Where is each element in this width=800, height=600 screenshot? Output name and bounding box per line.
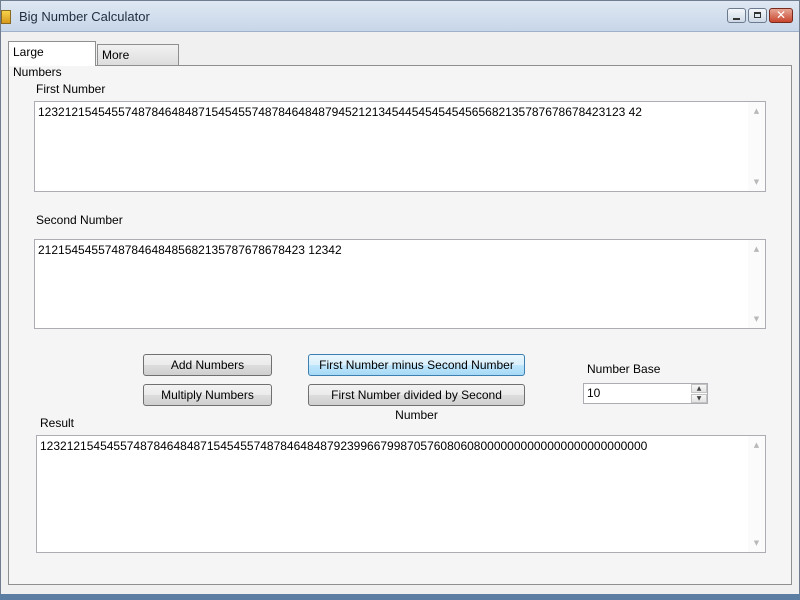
maximize-icon <box>754 12 761 18</box>
minimize-button[interactable] <box>727 8 746 23</box>
desktop-edge <box>0 594 800 600</box>
subtract-button[interactable]: First Number minus Second Number <box>308 354 525 376</box>
second-number-scrollbar[interactable]: ▲ ▼ <box>748 240 765 328</box>
scroll-down-icon[interactable]: ▼ <box>748 536 765 550</box>
number-base-input[interactable] <box>587 384 687 403</box>
second-number-input[interactable]: 2121545455748784648485682135787678678423… <box>34 239 766 329</box>
scroll-up-icon[interactable]: ▲ <box>748 438 765 452</box>
app-window: Big Number Calculator ✕ Large Numbers Mo… <box>0 0 800 600</box>
scroll-up-icon[interactable]: ▲ <box>748 104 765 118</box>
close-icon: ✕ <box>775 8 787 22</box>
result-output[interactable]: 1232121545455748784648487154545574878464… <box>36 435 766 553</box>
add-numbers-button[interactable]: Add Numbers <box>143 354 272 376</box>
scroll-down-icon[interactable]: ▼ <box>748 312 765 326</box>
first-number-value: 1232121545455748784648487154545574878464… <box>38 105 642 119</box>
multiply-numbers-button[interactable]: Multiply Numbers <box>143 384 272 406</box>
second-number-value: 2121545455748784648485682135787678678423… <box>38 243 342 257</box>
first-number-label: First Number <box>36 82 106 96</box>
first-number-scrollbar[interactable]: ▲ ▼ <box>748 102 765 191</box>
tab-large-numbers[interactable]: Large Numbers <box>8 41 96 79</box>
second-number-label: Second Number <box>36 213 123 227</box>
result-value: 1232121545455748784648487154545574878464… <box>40 439 648 453</box>
maximize-button[interactable] <box>748 8 767 23</box>
window-title: Big Number Calculator <box>19 9 150 24</box>
tab-more-software[interactable]: More Software <box>97 44 179 82</box>
first-number-input[interactable]: 1232121545455748784648487154545574878464… <box>34 101 766 192</box>
number-base-stepper[interactable]: ▲ ▼ <box>583 383 708 404</box>
number-base-spin-buttons: ▲ ▼ <box>691 384 707 403</box>
result-label: Result <box>40 416 75 430</box>
number-base-label: Number Base <box>587 362 661 376</box>
result-scrollbar[interactable]: ▲ ▼ <box>748 436 765 552</box>
minimize-icon <box>733 18 740 20</box>
calculator-app-icon <box>1 10 11 24</box>
close-button[interactable]: ✕ <box>769 8 793 23</box>
spin-down-icon[interactable]: ▼ <box>691 394 707 403</box>
spin-up-icon[interactable]: ▲ <box>691 384 707 393</box>
window-controls: ✕ <box>727 8 793 23</box>
divide-button[interactable]: First Number divided by Second Number <box>308 384 525 422</box>
title-bar[interactable]: Big Number Calculator ✕ <box>1 1 799 32</box>
scroll-up-icon[interactable]: ▲ <box>748 242 765 256</box>
tab-large-numbers-label: Large Numbers <box>13 45 62 79</box>
scroll-down-icon[interactable]: ▼ <box>748 175 765 189</box>
